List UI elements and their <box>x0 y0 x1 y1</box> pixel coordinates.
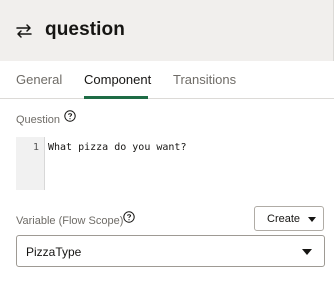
variable-select[interactable]: PizzaType <box>16 235 325 267</box>
line-number: 1 <box>32 142 39 153</box>
question-circle-icon[interactable] <box>64 110 76 122</box>
tab-component[interactable]: Component <box>84 72 151 87</box>
tab-bar: General Component Transitions <box>0 61 334 99</box>
dropdown-arrow-icon <box>302 249 312 255</box>
tab-general[interactable]: General <box>16 72 62 87</box>
code-line[interactable]: What pizza do you want? <box>48 142 186 153</box>
tab-transitions[interactable]: Transitions <box>173 72 236 87</box>
question-circle-icon[interactable] <box>123 211 135 223</box>
variable-label: Variable (Flow Scope) <box>16 215 124 227</box>
swap-arrows-icon <box>16 24 32 38</box>
question-code-editor[interactable]: 1 What pizza do you want? <box>16 137 330 190</box>
chevron-down-icon <box>308 217 316 222</box>
panel-header: question <box>0 0 334 61</box>
create-variable-button[interactable]: Create <box>254 206 324 231</box>
question-label: Question <box>16 114 61 126</box>
active-tab-indicator <box>84 96 148 99</box>
create-button-label: Create <box>267 213 301 225</box>
line-number-gutter: 1 <box>16 137 45 190</box>
state-title: question <box>45 19 125 40</box>
variable-selected-value: PizzaType <box>26 245 82 259</box>
